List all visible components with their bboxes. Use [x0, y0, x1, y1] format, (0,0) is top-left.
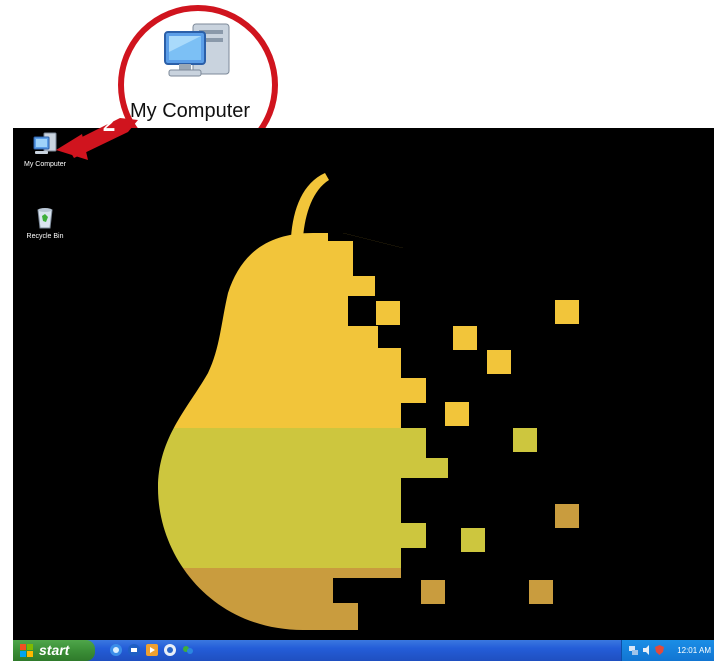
desktop-icon-my-computer[interactable]: My Computer	[15, 132, 75, 168]
step-number: 2	[102, 108, 116, 137]
network-icon[interactable]	[628, 644, 639, 656]
desktop: My Computer Recycle Bin	[13, 128, 714, 640]
recycle-bin-icon	[37, 208, 53, 229]
media-player-icon[interactable]	[145, 643, 159, 657]
pear-wallpaper	[158, 173, 579, 630]
start-label: start	[39, 642, 70, 658]
internet-explorer-icon[interactable]	[109, 643, 123, 657]
windows-flag-icon	[20, 644, 33, 657]
desktop-icon-label: Recycle Bin	[26, 233, 64, 240]
clock: 12:01 AM	[677, 646, 711, 655]
outlook-express-icon[interactable]	[127, 643, 141, 657]
callout-label: My Computer	[130, 100, 251, 122]
my-computer-icon	[33, 132, 57, 154]
taskbar: start 12:01 AM	[13, 640, 714, 661]
show-desktop-icon[interactable]	[163, 643, 177, 657]
security-icon[interactable]	[654, 644, 665, 656]
volume-icon[interactable]	[642, 644, 653, 656]
desktop-icon-recycle-bin[interactable]: Recycle Bin	[15, 204, 75, 240]
my-computer-icon	[164, 23, 230, 77]
desktop-icon-label: My Computer	[23, 161, 66, 168]
start-button[interactable]: start	[13, 640, 95, 661]
system-tray: 12:01 AM	[621, 640, 714, 661]
messenger-icon[interactable]	[181, 643, 195, 657]
